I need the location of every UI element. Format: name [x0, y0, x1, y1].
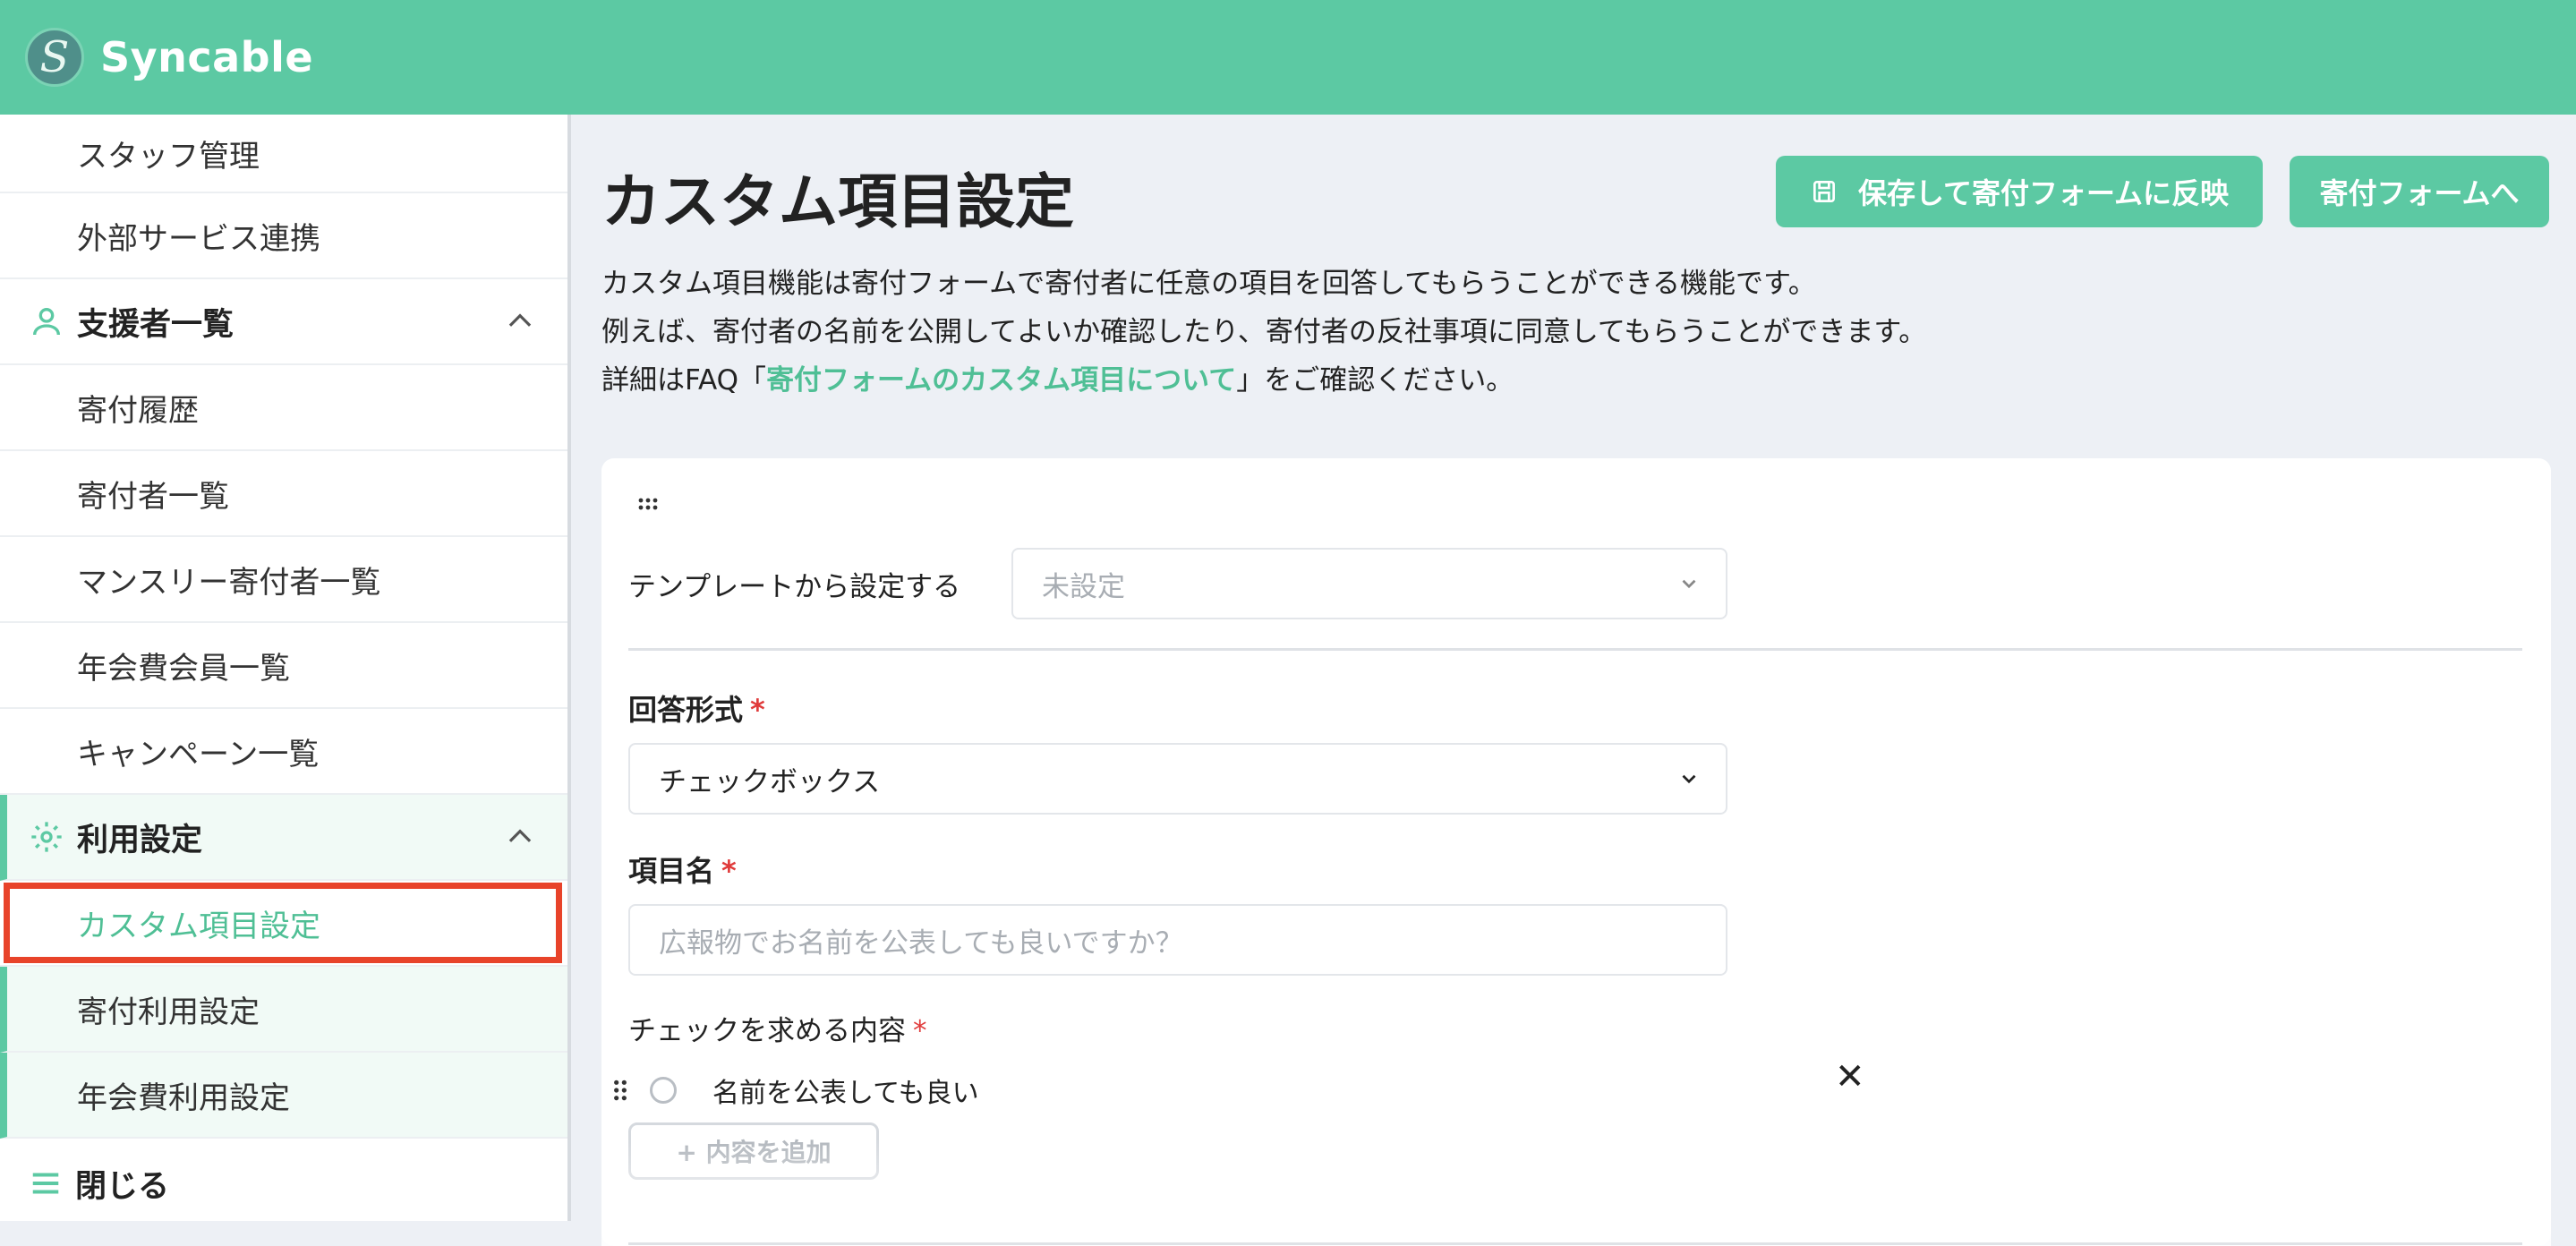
chevron-down-icon [1682, 579, 1696, 589]
sidebar-item-custom-fields[interactable]: カスタム項目設定 [0, 881, 567, 967]
item-name-input[interactable]: 広報物でお名前を公表しても良いですか？ [628, 904, 1727, 976]
drag-handle-icon[interactable] [612, 1079, 628, 1102]
option-label[interactable]: 名前を公表しても良い [712, 1071, 979, 1110]
sidebar-item-monthly-donors[interactable]: マンスリー寄付者一覧 [0, 537, 567, 623]
faq-link[interactable]: 寄付フォームのカスタム項目について [766, 364, 1236, 397]
description: カスタム項目機能は寄付フォームで寄付者に任意の項目を回答してもらうことができる機… [601, 268, 1927, 397]
sidebar-item-donation-settings[interactable]: 寄付利用設定 [0, 967, 567, 1053]
custom-field-card: テンプレートから設定する 未設定 回答形式 * チェックボックス 項目名 * 広報物… [601, 458, 2551, 1246]
syncable-logo-icon[interactable]: S [25, 28, 84, 87]
divider [628, 1242, 2522, 1245]
top-bar: S Syncable [0, 0, 2576, 115]
divider [628, 648, 2522, 651]
highlight-box [4, 883, 562, 963]
chevron-up-icon[interactable] [503, 820, 537, 854]
chevron-down-icon [1682, 774, 1696, 784]
check-content-label: チェックを求める内容 * [628, 1015, 927, 1047]
save-icon [1813, 181, 1835, 202]
sidebar-close[interactable]: 閉じる [0, 1139, 567, 1221]
sidebar-item-staff[interactable]: スタッフ管理 [0, 115, 567, 193]
item-name-label: 項目名 * [628, 854, 737, 888]
sidebar: スタッフ管理 外部サービス連携 支援者一覧 寄付履歴 寄付者一覧 マンスリー寄付… [0, 115, 571, 1221]
page-title: カスタム項目設定 [601, 167, 1074, 236]
sidebar-item-annual-members[interactable]: 年会費会員一覧 [0, 623, 567, 709]
radio-icon[interactable] [650, 1077, 677, 1104]
answer-type-label: 回答形式 * [628, 693, 765, 727]
gear-icon [31, 822, 62, 852]
answer-type-select[interactable]: チェックボックス [628, 743, 1727, 815]
chevron-up-icon[interactable] [503, 304, 537, 338]
template-select[interactable]: 未設定 [1011, 548, 1727, 619]
drag-handle-icon[interactable] [637, 496, 659, 512]
bottom-fade [601, 1139, 2551, 1246]
option-row: 名前を公表しても良い [612, 1069, 1865, 1112]
sidebar-item-annual-fee-settings[interactable]: 年会費利用設定 [0, 1053, 567, 1139]
app-name[interactable]: Syncable [100, 33, 313, 81]
sidebar-item-campaigns[interactable]: キャンペーン一覧 [0, 709, 567, 795]
menu-icon [32, 1173, 59, 1194]
sidebar-item-donors[interactable]: 寄付者一覧 [0, 451, 567, 537]
sidebar-group-settings[interactable]: 利用設定 [0, 795, 567, 881]
sidebar-item-donation-history[interactable]: 寄付履歴 [0, 365, 567, 451]
sidebar-group-supporters[interactable]: 支援者一覧 [0, 279, 567, 365]
template-label: テンプレートから設定する [628, 571, 961, 603]
save-and-apply-button[interactable]: 保存して寄付フォームに反映 [1776, 156, 2263, 227]
main-content: カスタム項目設定 保存して寄付フォームに反映 寄付フォームへ カスタム項目機能は… [575, 115, 2576, 1246]
sidebar-item-external-services[interactable]: 外部サービス連携 [0, 193, 567, 279]
go-to-donation-form-button[interactable]: 寄付フォームへ [2290, 156, 2549, 227]
person-icon [33, 308, 60, 336]
remove-option-icon[interactable]: ✕ [1835, 1056, 1865, 1097]
